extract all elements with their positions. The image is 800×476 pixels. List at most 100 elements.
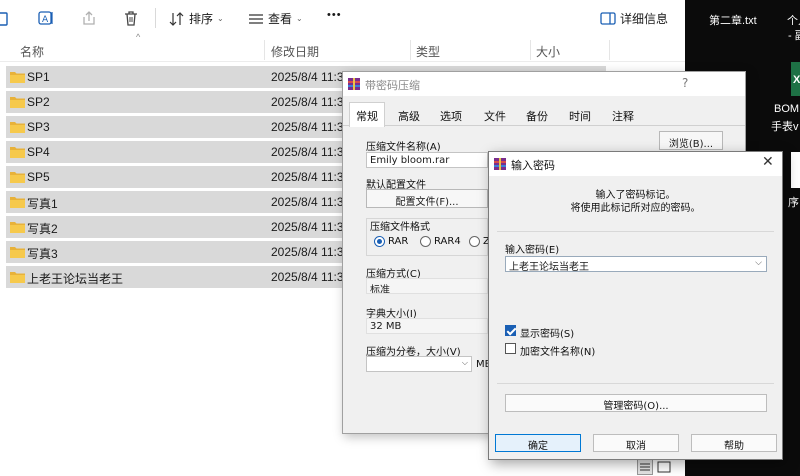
tab-3[interactable]: 文件 — [484, 108, 506, 124]
manage-passwords-button[interactable]: 管理密码(O)... — [505, 394, 767, 412]
delete-icon[interactable] — [121, 8, 141, 28]
toolbar-divider — [155, 8, 156, 28]
file-date: 2025/8/4 11:3 — [271, 245, 344, 259]
split-volume-input[interactable]: ⌵ — [366, 356, 472, 372]
dialog-title: 输入密码 — [511, 159, 555, 172]
desktop-file-label[interactable]: BOM — [774, 103, 799, 115]
folder-icon — [10, 97, 25, 108]
file-name: SP3 — [27, 120, 50, 134]
details-pane-icon — [600, 12, 616, 25]
help-button[interactable]: 帮助 — [691, 434, 777, 452]
tab-bar: 常规 高级 选项 文件 备份 时间 注释 — [343, 102, 745, 127]
archive-name-input[interactable]: Emily bloom.rar — [366, 152, 488, 168]
format-rar-radio[interactable] — [374, 236, 385, 247]
tab-0[interactable]: 常规 — [349, 102, 385, 127]
separator — [497, 383, 774, 384]
file-date: 2025/8/4 11:3 — [271, 195, 344, 209]
copy-icon[interactable] — [0, 8, 14, 28]
folder-icon — [10, 147, 25, 158]
tab-4[interactable]: 备份 — [526, 108, 548, 124]
file-date: 2025/8/4 11:3 — [271, 120, 344, 134]
file-date: 2025/8/4 11:3 — [271, 220, 344, 234]
password-dialog: 输入密码 ✕ 输入了密码标记。 将使用此标记所对应的密码。 输入密码(E) 上老… — [488, 151, 783, 460]
ok-button[interactable]: 确定 — [495, 434, 581, 452]
file-date: 2025/8/4 11:3 — [271, 170, 344, 184]
tab-1[interactable]: 高级 — [398, 108, 420, 124]
folder-icon — [10, 197, 25, 208]
password-label: 输入密码(E) — [505, 245, 560, 256]
desktop-file-label[interactable]: 序 — [788, 194, 799, 210]
show-password-checkbox[interactable] — [505, 325, 516, 336]
details-pane-button[interactable]: 详细信息 — [600, 10, 668, 27]
show-password-label: 显示密码(S) — [520, 329, 575, 340]
folder-icon — [10, 72, 25, 83]
help-icon[interactable]: ? — [682, 76, 688, 90]
sort-button[interactable]: 排序 ⌄ — [169, 10, 224, 27]
browse-button[interactable]: 浏览(B)... — [659, 131, 723, 150]
view-button[interactable]: 查看 ⌄ — [248, 10, 303, 27]
tab-5[interactable]: 时间 — [569, 108, 591, 124]
chevron-down-icon: ⌄ — [296, 14, 303, 23]
rename-icon[interactable]: A — [36, 8, 56, 28]
folder-icon — [10, 247, 25, 258]
dialog-title-bar[interactable]: 输入密码 ✕ — [489, 152, 782, 176]
file-date: 2025/8/4 11:3 — [271, 70, 344, 84]
file-date: 2025/8/4 11:3 — [271, 270, 344, 284]
desktop-file-label: - 副 — [788, 30, 800, 42]
close-icon[interactable]: ✕ — [762, 154, 774, 170]
tab-2[interactable]: 选项 — [440, 108, 462, 124]
folder-icon — [10, 172, 25, 183]
tab-6[interactable]: 注释 — [612, 108, 634, 124]
more-options-button[interactable]: ••• — [327, 9, 342, 21]
column-size[interactable]: 大小 — [536, 43, 560, 60]
separator — [497, 231, 774, 232]
desktop-file-label[interactable]: 第二章.txt — [709, 12, 757, 28]
winrar-icon — [348, 78, 360, 90]
file-name: 写真2 — [27, 222, 58, 236]
view-list-icon — [249, 13, 263, 24]
chevron-down-icon[interactable]: ⌵ — [755, 258, 762, 268]
archive-name-label: 压缩文件名称(A) — [366, 142, 441, 153]
column-name[interactable]: 名称 — [20, 43, 44, 60]
explorer-toolbar: A 排序 ⌄ 查看 ⌄ ••• 详细信息 — [0, 0, 685, 36]
column-date[interactable]: 修改日期 — [271, 43, 319, 60]
folder-icon — [10, 122, 25, 133]
profiles-button[interactable]: 配置文件(F)... — [366, 189, 488, 208]
desktop-file-label[interactable]: 个人简 — [787, 12, 800, 28]
excel-file-icon[interactable]: X — [791, 62, 800, 96]
dialog-title: 带密码压缩 — [365, 79, 420, 92]
chevron-down-icon: ⌄ — [217, 14, 224, 23]
compression-method-select[interactable]: 标准 — [366, 278, 488, 294]
password-value: 上老王论坛当老王 — [509, 262, 589, 273]
desktop-file-label: 手表v — [771, 121, 799, 133]
format-rar4-radio[interactable] — [420, 236, 431, 247]
file-name: 写真3 — [27, 247, 58, 261]
dialog-title-bar[interactable]: 带密码压缩 ? — [343, 72, 745, 96]
sort-ascending-icon: ^ — [136, 32, 141, 42]
format-rar-label: RAR — [388, 236, 409, 247]
column-header-row: 名称 ^ 修改日期 类型 大小 — [0, 32, 685, 62]
file-name: 上老王论坛当老王 — [27, 272, 124, 286]
view-mode-switcher — [637, 458, 681, 476]
column-type[interactable]: 类型 — [416, 43, 440, 60]
cancel-button[interactable]: 取消 — [593, 434, 679, 452]
sort-icon — [169, 11, 184, 26]
column-divider[interactable] — [530, 40, 531, 60]
details-view-icon[interactable] — [637, 459, 653, 475]
file-date: 2025/8/4 11:3 — [271, 145, 344, 159]
password-input[interactable]: 上老王论坛当老王 ⌵ — [505, 256, 767, 273]
column-divider[interactable] — [410, 40, 411, 60]
file-name: SP5 — [27, 170, 50, 184]
format-rar4-label: RAR4 — [434, 236, 461, 247]
view-label: 查看 — [268, 12, 293, 26]
dictionary-size-select[interactable]: 32 MB — [366, 318, 488, 334]
tiles-view-icon[interactable] — [656, 459, 672, 475]
document-file-icon[interactable] — [791, 152, 800, 188]
column-divider[interactable] — [264, 40, 265, 60]
encrypt-names-checkbox[interactable] — [505, 343, 516, 354]
column-divider[interactable] — [609, 40, 610, 60]
format-zip-radio[interactable] — [469, 236, 480, 247]
svg-text:A: A — [42, 15, 49, 25]
folder-icon — [10, 272, 25, 283]
share-icon[interactable] — [79, 8, 99, 28]
